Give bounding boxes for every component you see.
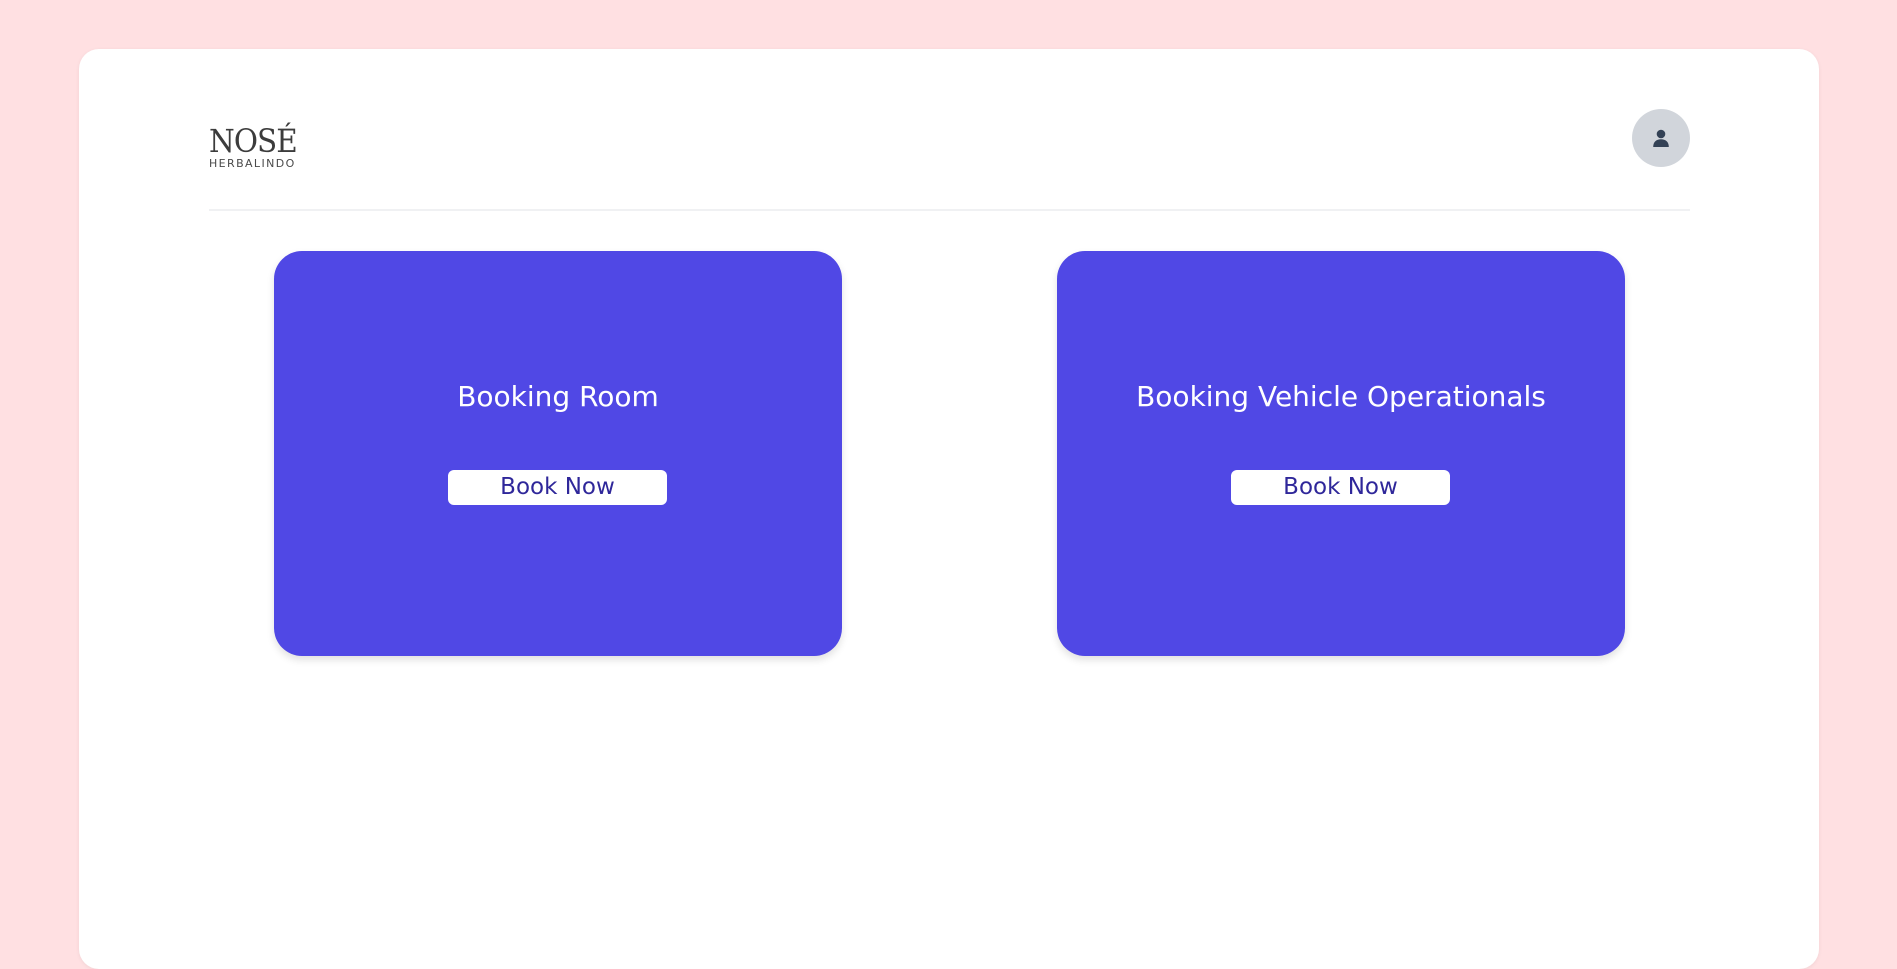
booking-room-card: Booking Room Book Now — [274, 251, 842, 656]
brand-logo[interactable]: NOSÉ HERBALINDO — [209, 123, 309, 173]
user-menu-button[interactable] — [1632, 109, 1690, 167]
booking-vehicle-card: Booking Vehicle Operationals Book Now — [1057, 251, 1625, 656]
booking-cards: Booking Room Book Now Booking Vehicle Op… — [274, 251, 1704, 661]
booking-vehicle-book-now-button[interactable]: Book Now — [1231, 470, 1450, 505]
booking-vehicle-title: Booking Vehicle Operationals — [1136, 380, 1546, 413]
booking-room-title: Booking Room — [457, 380, 659, 413]
brand-tagline: HERBALINDO — [209, 157, 296, 170]
brand-name: NOSÉ — [209, 122, 298, 160]
booking-room-book-now-button[interactable]: Book Now — [448, 470, 667, 505]
main-panel: NOSÉ HERBALINDO Booking Room Book Now Bo… — [79, 49, 1819, 969]
top-header: NOSÉ HERBALINDO — [209, 109, 1690, 211]
user-icon — [1653, 129, 1669, 147]
